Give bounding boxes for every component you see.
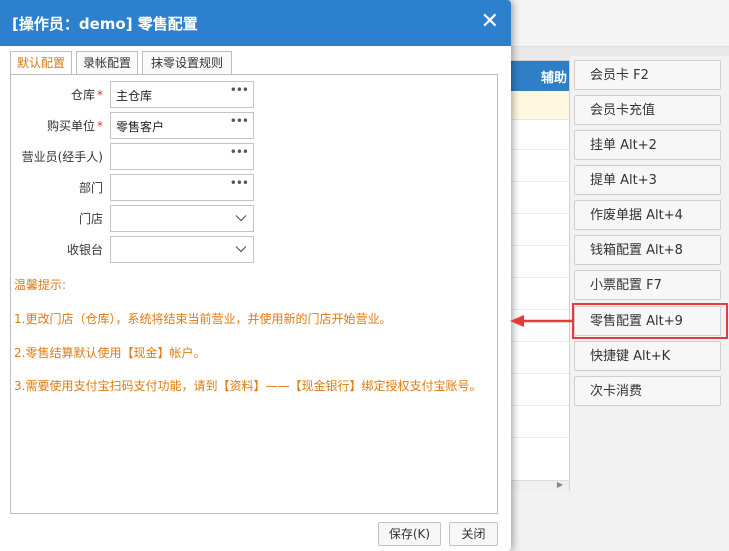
more-icon[interactable]: ••• bbox=[230, 114, 249, 128]
salesperson-label: 营业员(经手人) bbox=[21, 150, 103, 164]
count-card-consume-button[interactable]: 次卡消费 bbox=[574, 376, 721, 406]
required-mark: * bbox=[97, 88, 103, 102]
retrieve-order-button[interactable]: 提单 Alt+3 bbox=[574, 165, 721, 195]
save-button[interactable]: 保存(K) bbox=[378, 522, 441, 546]
default-config-panel: 仓库 * 主仓库 ••• 购买单位 * 零售客户 ••• 营业员(经手人) ••• … bbox=[10, 74, 498, 514]
department-field[interactable]: ••• bbox=[110, 174, 254, 201]
hang-order-button[interactable]: 挂单 Alt+2 bbox=[574, 130, 721, 160]
more-icon[interactable]: ••• bbox=[230, 145, 249, 159]
shortcut-keys-button[interactable]: 快捷键 Alt+K bbox=[574, 341, 721, 371]
chevron-down-icon[interactable] bbox=[235, 243, 247, 255]
buyer-field[interactable]: 零售客户 ••• bbox=[110, 112, 254, 139]
annotation-arrow-icon bbox=[510, 315, 574, 327]
scroll-right-icon[interactable]: ▶ bbox=[557, 480, 563, 489]
warehouse-field[interactable]: 主仓库 ••• bbox=[110, 81, 254, 108]
more-icon[interactable]: ••• bbox=[230, 176, 249, 190]
tips-heading: 温馨提示: bbox=[14, 278, 67, 292]
tab-default-config[interactable]: 默认配置 bbox=[10, 51, 72, 75]
dialog-title-bar[interactable]: [操作员：demo] 零售配置 ✕ bbox=[0, 0, 511, 46]
retail-config-dialog: [操作员：demo] 零售配置 ✕ 默认配置 录帐配置 抹零设置规则 仓库 * 主… bbox=[0, 0, 511, 551]
close-icon[interactable]: ✕ bbox=[481, 8, 499, 36]
chevron-down-icon[interactable] bbox=[235, 212, 247, 224]
tab-rounding-rules[interactable]: 抹零设置规则 bbox=[142, 51, 232, 74]
receipt-config-button[interactable]: 小票配置 F7 bbox=[574, 270, 721, 300]
warehouse-value: 主仓库 bbox=[116, 89, 153, 103]
salesperson-field[interactable]: ••• bbox=[110, 143, 254, 170]
cash-drawer-config-button[interactable]: 钱箱配置 Alt+8 bbox=[574, 235, 721, 265]
void-order-button[interactable]: 作废单据 Alt+4 bbox=[574, 200, 721, 230]
background-footer bbox=[498, 491, 729, 551]
grid-header-label: 辅助 bbox=[541, 71, 568, 86]
highlight-box bbox=[572, 303, 728, 339]
tip-item: 1.更改门店（仓库），系统将结束当前营业，并使用新的门店开始营业。 bbox=[14, 312, 392, 326]
tip-item: 3.需要使用支付宝扫码支付功能，请到【资料】——【现金银行】绑定授权支付宝账号。 bbox=[14, 379, 482, 393]
cashier-label: 收银台 bbox=[66, 243, 103, 257]
department-label: 部门 bbox=[78, 181, 103, 195]
member-recharge-button[interactable]: 会员卡充值 bbox=[574, 95, 721, 125]
more-icon[interactable]: ••• bbox=[230, 83, 249, 97]
side-button-panel: 会员卡 F2 会员卡充值 挂单 Alt+2 提单 Alt+3 作废单据 Alt+… bbox=[570, 56, 729, 496]
store-label: 门店 bbox=[78, 212, 103, 226]
member-card-button[interactable]: 会员卡 F2 bbox=[574, 60, 721, 90]
tab-account-config[interactable]: 录帐配置 bbox=[76, 51, 138, 74]
dialog-title: [操作员：demo] 零售配置 bbox=[12, 15, 198, 33]
warehouse-label: 仓库 * bbox=[70, 88, 103, 102]
store-select[interactable] bbox=[110, 205, 254, 232]
buyer-label: 购买单位 * bbox=[46, 119, 103, 133]
close-button[interactable]: 关闭 bbox=[449, 522, 498, 546]
cashier-select[interactable] bbox=[110, 236, 254, 263]
required-mark: * bbox=[97, 119, 103, 133]
buyer-value: 零售客户 bbox=[116, 120, 165, 134]
tip-item: 2.零售结算默认使用【现金】帐户。 bbox=[14, 346, 206, 360]
